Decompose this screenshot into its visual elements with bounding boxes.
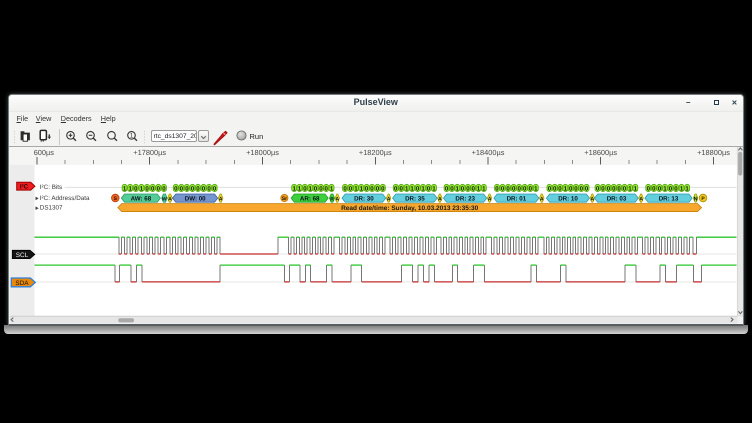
svg-text:0: 0 — [517, 185, 521, 192]
svg-text:0: 0 — [523, 185, 527, 192]
svg-text:0: 0 — [151, 185, 155, 192]
svg-text:I²C: I²C — [19, 184, 28, 191]
svg-text:0: 0 — [324, 185, 328, 192]
svg-text:0: 0 — [512, 185, 516, 192]
svg-text:N: N — [693, 196, 697, 202]
svg-text:DR: 30: DR: 30 — [354, 195, 374, 202]
svg-text:0: 0 — [606, 185, 610, 192]
svg-text:+18600µs: +18600µs — [584, 148, 617, 157]
svg-text:DR: 35: DR: 35 — [405, 195, 425, 202]
svg-text:0: 0 — [375, 185, 379, 192]
svg-text:A: A — [386, 196, 390, 202]
svg-text:1: 1 — [405, 185, 409, 192]
svg-text:SDA: SDA — [15, 280, 29, 287]
svg-text:1: 1 — [308, 185, 312, 192]
svg-text:0: 0 — [185, 185, 189, 192]
svg-text:A: A — [539, 196, 543, 202]
svg-text:DR: 23: DR: 23 — [455, 195, 475, 202]
svg-text:I²C: Address/Data: I²C: Address/Data — [39, 195, 89, 202]
svg-text:0: 0 — [319, 185, 323, 192]
svg-text:1: 1 — [130, 132, 134, 139]
svg-text:0: 0 — [547, 185, 551, 192]
svg-text:+18800µs: +18800µs — [697, 148, 730, 157]
svg-text:0: 0 — [471, 185, 475, 192]
svg-text:0: 0 — [657, 185, 661, 192]
svg-text:1: 1 — [292, 185, 296, 192]
svg-text:1: 1 — [455, 185, 459, 192]
svg-text:0: 0 — [450, 185, 454, 192]
svg-text:+17800µs: +17800µs — [133, 148, 166, 157]
svg-text:1: 1 — [628, 185, 632, 192]
svg-text:AW: 68: AW: 68 — [130, 195, 151, 202]
svg-text:0: 0 — [394, 185, 398, 192]
svg-text:1: 1 — [354, 185, 358, 192]
svg-text:0: 0 — [303, 185, 307, 192]
svg-text:DR: 01: DR: 01 — [506, 195, 526, 202]
svg-text:0: 0 — [162, 185, 166, 192]
svg-text:A: A — [168, 196, 172, 202]
svg-text:600µs: 600µs — [33, 148, 54, 157]
svg-text:1: 1 — [663, 185, 667, 192]
svg-text:DW: 00: DW: 00 — [184, 195, 205, 202]
svg-text:Read date/time: Sunday, 10.03.: Read date/time: Sunday, 10.03.2013 23:35… — [341, 205, 479, 212]
svg-text:W: W — [161, 196, 166, 202]
svg-text:+18200µs: +18200µs — [358, 148, 391, 157]
svg-text:A: A — [438, 196, 442, 202]
svg-text:1: 1 — [139, 185, 143, 192]
svg-text:SCL: SCL — [15, 252, 28, 259]
svg-text:0: 0 — [399, 185, 403, 192]
svg-text:0: 0 — [190, 185, 194, 192]
svg-text:A: A — [639, 196, 643, 202]
svg-text:A: A — [335, 196, 339, 202]
svg-text:DS1307: DS1307 — [39, 205, 62, 212]
svg-text:I²C: Bits: I²C: Bits — [39, 184, 61, 191]
svg-text:DR: 03: DR: 03 — [606, 195, 626, 202]
svg-text:+18400µs: +18400µs — [471, 148, 504, 157]
svg-text:0: 0 — [569, 185, 573, 192]
svg-text:A: A — [590, 196, 594, 202]
svg-text:1: 1 — [128, 185, 132, 192]
svg-text:Sr: Sr — [281, 196, 286, 202]
svg-text:A: A — [218, 196, 222, 202]
svg-text:DR: 10: DR: 10 — [558, 195, 578, 202]
svg-text:A: A — [487, 196, 491, 202]
svg-text:0: 0 — [466, 185, 470, 192]
svg-text:AR: 68: AR: 68 — [299, 195, 319, 202]
svg-text:DR: 13: DR: 13 — [658, 195, 678, 202]
svg-text:+18000µs: +18000µs — [246, 148, 279, 157]
svg-text:R: R — [330, 196, 334, 202]
svg-text:0: 0 — [553, 185, 557, 192]
